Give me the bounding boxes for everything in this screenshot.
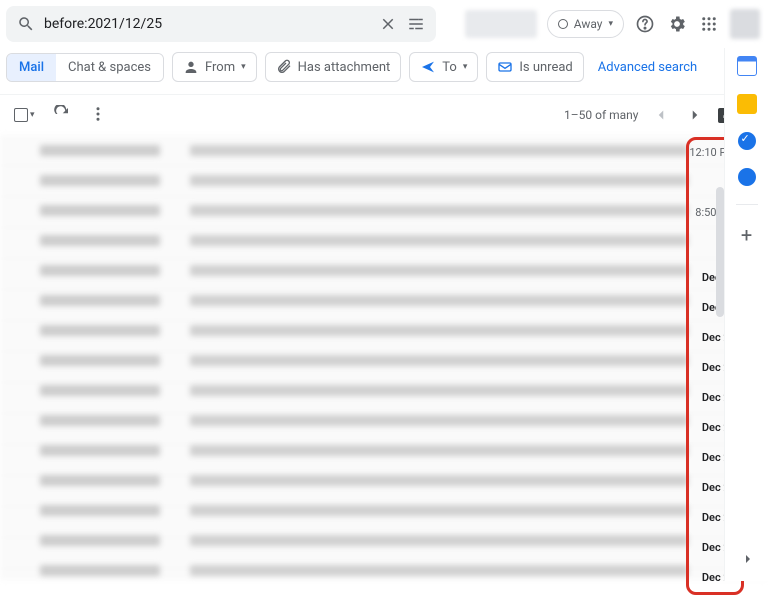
apps-icon[interactable]: [698, 13, 720, 35]
refresh-icon[interactable]: [53, 105, 71, 126]
subject-blur: [190, 535, 688, 546]
side-divider: [736, 204, 758, 205]
subject-blur: [190, 235, 688, 246]
subject-blur: [190, 565, 688, 576]
blurred-rows: [40, 135, 688, 580]
list-item[interactable]: [40, 525, 688, 555]
list-toolbar: ▾ 1–50 of many ▬ ▾: [0, 95, 768, 135]
sender-blur: [40, 325, 160, 336]
subject-blur: [190, 445, 688, 456]
sender-blur: [40, 475, 160, 486]
list-item[interactable]: [40, 405, 688, 435]
contacts-icon[interactable]: [738, 168, 756, 186]
list-item[interactable]: [40, 225, 688, 255]
side-panel: +: [724, 48, 768, 581]
chip-attachment[interactable]: Has attachment: [265, 52, 402, 82]
chip-to[interactable]: To ▾: [409, 52, 478, 82]
sender-blur: [40, 235, 160, 246]
topbar-right: Away ▾: [465, 9, 760, 39]
sender-blur: [40, 175, 160, 186]
subject-blur: [190, 505, 688, 516]
filter-chips-row: Mail Chat & spaces From ▾ Has attachment…: [0, 48, 768, 95]
chevron-down-icon: ▾: [463, 62, 468, 72]
list-item[interactable]: [40, 255, 688, 285]
subject-blur: [190, 385, 688, 396]
collapse-panel-icon[interactable]: [740, 551, 756, 571]
message-list-area: 12:10 PM8:50 AMDec 24Dec 24Dec 24Dec 24D…: [0, 135, 768, 580]
subject-blur: [190, 415, 688, 426]
settings-icon[interactable]: [666, 13, 688, 35]
list-item[interactable]: [40, 375, 688, 405]
prev-page-icon[interactable]: [650, 104, 672, 126]
scope-segment: Mail Chat & spaces: [6, 53, 164, 82]
sender-blur: [40, 505, 160, 516]
status-label: Away: [574, 17, 603, 31]
list-item[interactable]: [40, 285, 688, 315]
more-icon[interactable]: [89, 105, 107, 126]
list-item[interactable]: [40, 165, 688, 195]
sender-blur: [40, 295, 160, 306]
chip-unread[interactable]: Is unread: [486, 52, 583, 82]
select-all-checkbox[interactable]: ▾: [14, 108, 35, 122]
sender-blur: [40, 355, 160, 366]
subject-blur: [190, 175, 688, 186]
sender-blur: [40, 265, 160, 276]
search-box[interactable]: [6, 6, 436, 42]
chip-to-label: To: [442, 60, 457, 75]
sender-blur: [40, 385, 160, 396]
clear-icon[interactable]: [378, 14, 398, 34]
message-list[interactable]: 12:10 PM8:50 AMDec 24Dec 24Dec 24Dec 24D…: [0, 135, 768, 580]
subject-blur: [190, 265, 688, 276]
chevron-down-icon: ▾: [30, 110, 35, 120]
chevron-down-icon: ▾: [241, 62, 246, 72]
search-icon: [16, 14, 36, 34]
subject-blur: [190, 295, 688, 306]
sender-blur: [40, 145, 160, 156]
page-range: 1–50 of many: [564, 108, 638, 122]
list-item[interactable]: [40, 135, 688, 165]
list-item[interactable]: [40, 435, 688, 465]
sender-blur: [40, 445, 160, 456]
tune-icon[interactable]: [406, 14, 426, 34]
chip-from-label: From: [205, 60, 235, 75]
tasks-icon[interactable]: [738, 132, 756, 150]
chip-from[interactable]: From ▾: [172, 52, 257, 82]
avatar[interactable]: [730, 9, 760, 39]
help-icon[interactable]: [634, 13, 656, 35]
checkbox-icon: [14, 108, 28, 122]
status-away-icon: [558, 19, 568, 29]
sender-blur: [40, 535, 160, 546]
list-item[interactable]: [40, 195, 688, 225]
chip-unread-label: Is unread: [519, 60, 572, 75]
subject-blur: [190, 355, 688, 366]
sender-blur: [40, 565, 160, 576]
list-item[interactable]: [40, 345, 688, 375]
subject-blur: [190, 145, 688, 156]
list-item[interactable]: [40, 465, 688, 495]
scrollbar-thumb[interactable]: [716, 187, 724, 317]
subject-blur: [190, 205, 688, 216]
search-input[interactable]: [44, 16, 370, 32]
chip-attachment-label: Has attachment: [298, 60, 391, 75]
sender-blur: [40, 415, 160, 426]
calendar-icon[interactable]: [737, 56, 757, 76]
next-page-icon[interactable]: [684, 104, 706, 126]
chevron-down-icon: ▾: [608, 19, 613, 29]
add-addon-icon[interactable]: +: [741, 223, 752, 247]
status-chip[interactable]: Away ▾: [547, 10, 624, 38]
top-bar: Away ▾: [0, 0, 768, 48]
advanced-search-link[interactable]: Advanced search: [598, 60, 697, 75]
list-item[interactable]: [40, 495, 688, 525]
sender-blur: [40, 205, 160, 216]
segment-chat[interactable]: Chat & spaces: [56, 54, 163, 81]
subject-blur: [190, 475, 688, 486]
segment-mail[interactable]: Mail: [7, 54, 56, 81]
keep-icon[interactable]: [737, 94, 757, 114]
list-item[interactable]: [40, 315, 688, 345]
subject-blur: [190, 325, 688, 336]
account-switcher-blur[interactable]: [465, 10, 537, 38]
